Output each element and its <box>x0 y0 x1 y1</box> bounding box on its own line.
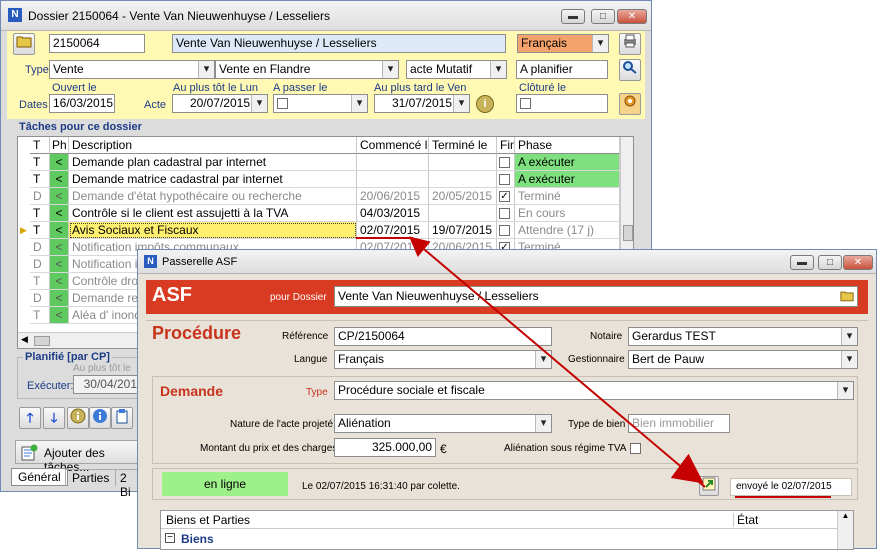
annotation-arrows <box>356 236 706 488</box>
arrow-to-task <box>408 236 706 488</box>
arrow-to-send <box>670 453 704 484</box>
